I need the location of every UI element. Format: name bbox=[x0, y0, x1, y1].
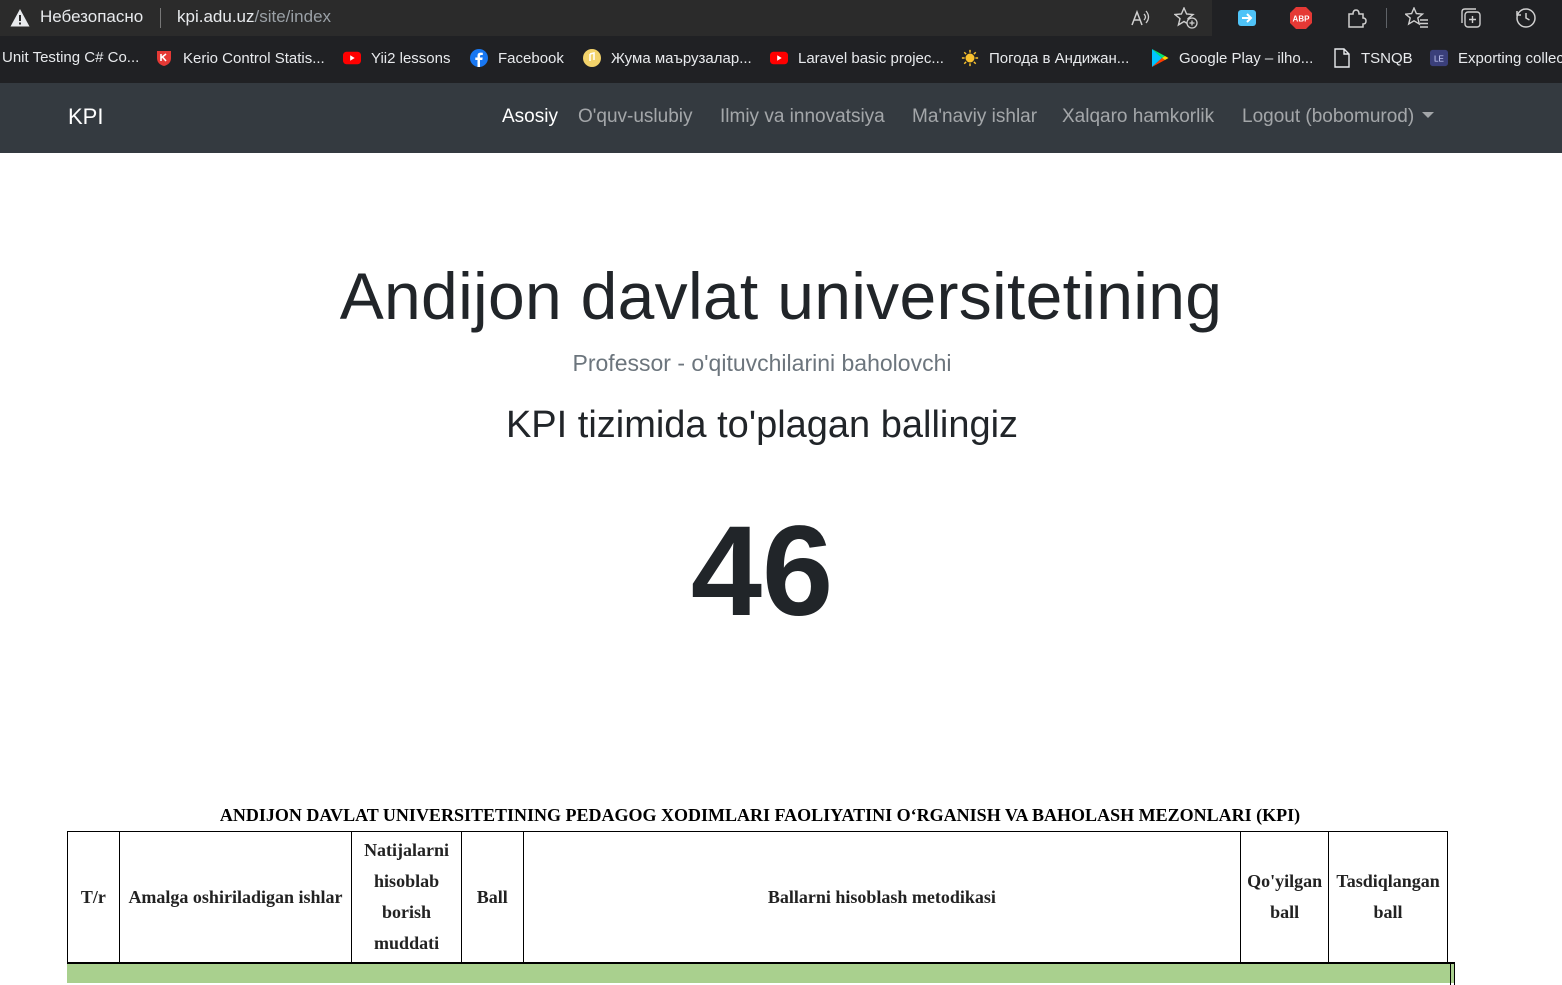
youtube-icon bbox=[343, 49, 361, 67]
hero-title: Andijon davlat universitetining bbox=[339, 259, 1223, 333]
score-heading: KPI tizimida to'plagan ballingiz bbox=[505, 404, 1019, 446]
url-host: kpi.adu.uz bbox=[177, 7, 255, 26]
read-aloud-icon[interactable] bbox=[1129, 6, 1153, 30]
youtube-icon bbox=[770, 49, 788, 67]
abp-badge-text: ABP bbox=[1293, 15, 1311, 24]
navbar-brand[interactable]: KPI bbox=[68, 104, 103, 130]
warning-icon[interactable] bbox=[10, 8, 30, 28]
kpi-table-title: ANDIJON DAVLAT UNIVERSITETINING PEDAGOG … bbox=[219, 805, 1301, 825]
url-path: /site/index bbox=[254, 7, 332, 26]
nav-link-oquv-uslubiy[interactable]: O'quv-uslubiy bbox=[578, 106, 693, 128]
caret-down-icon bbox=[1422, 112, 1435, 118]
score-value: 46 bbox=[690, 500, 834, 643]
bookmark-label: Facebook bbox=[498, 49, 564, 67]
collections-icon[interactable] bbox=[1458, 5, 1484, 31]
nav-link-asosiy[interactable]: Asosiy bbox=[502, 106, 558, 128]
bookmark-unit-testing[interactable]: Unit Testing C# Co... bbox=[2, 49, 139, 66]
bookmark-label: Laravel basic projec... bbox=[798, 49, 944, 67]
kerio-shield-icon bbox=[155, 49, 173, 67]
kpi-table-header-row: T/r Amalga oshiriladigan ishlar Natijala… bbox=[67, 831, 1448, 963]
sun-icon bbox=[961, 49, 979, 67]
bookmark-kerio[interactable]: Kerio Control Statis... bbox=[155, 49, 325, 67]
extensions-puzzle-icon[interactable] bbox=[1343, 5, 1369, 31]
bookmark-facebook[interactable]: Facebook bbox=[470, 49, 564, 67]
nav-link-ilmiy-innovatsiya[interactable]: Ilmiy va innovatsiya bbox=[720, 106, 885, 128]
logout-label: Logout (bobomurod) bbox=[1242, 106, 1415, 127]
bookmark-label: Kerio Control Statis... bbox=[183, 49, 325, 67]
history-icon[interactable] bbox=[1513, 5, 1539, 31]
col-header-tasdiqlangan-ball: Tasdiqlangan ball bbox=[1328, 831, 1448, 963]
col-header-ball: Ball bbox=[460, 831, 524, 963]
browser-toolbar: Небезопасно kpi.adu.uz/site/index ABP bbox=[0, 0, 1562, 36]
col-header-qoyilgan-ball: Qo'yilgan ball bbox=[1240, 831, 1330, 963]
audio-bookmark-icon bbox=[583, 49, 601, 67]
address-separator bbox=[160, 8, 161, 28]
col-header-muddat: Natijalarni hisoblab borish muddati bbox=[351, 831, 462, 963]
bookmark-label: Погода в Андижан... bbox=[989, 49, 1130, 67]
hero-subtitle: Professor - o'qituvchilarini baholovchi bbox=[572, 350, 952, 376]
kpi-table: T/r Amalga oshiriladigan ishlar Natijala… bbox=[67, 831, 1448, 963]
add-favorite-icon[interactable] bbox=[1174, 6, 1198, 30]
nav-link-xalqaro-hamkorlik[interactable]: Xalqaro hamkorlik bbox=[1062, 106, 1214, 128]
bookmark-label: Unit Testing C# Co... bbox=[2, 49, 140, 66]
col-header-ishlar: Amalga oshiriladigan ishlar bbox=[118, 831, 353, 963]
le-badge-icon: LE bbox=[1430, 49, 1448, 67]
le-badge-text: LE bbox=[1434, 55, 1444, 64]
address-bar[interactable]: Небезопасно kpi.adu.uz/site/index bbox=[0, 0, 1212, 36]
url-text[interactable]: kpi.adu.uz/site/index bbox=[177, 7, 331, 27]
favorites-icon[interactable] bbox=[1404, 5, 1430, 31]
facebook-icon bbox=[470, 49, 488, 67]
bookmark-exporting[interactable]: LE Exporting collec bbox=[1430, 49, 1562, 67]
nav-dropdown-logout[interactable]: Logout (bobomurod) bbox=[1242, 106, 1435, 128]
bookmark-label: Exporting collec bbox=[1458, 49, 1562, 67]
bookmark-label: Yii2 lessons bbox=[371, 49, 451, 67]
bookmark-weather[interactable]: Погода в Андижан... bbox=[961, 49, 1129, 67]
bookmark-juma[interactable]: Жума маърузалар... bbox=[583, 49, 752, 67]
page-icon bbox=[1333, 48, 1351, 68]
security-label[interactable]: Небезопасно bbox=[40, 7, 143, 27]
bookmark-tsnqb[interactable]: TSNQB bbox=[1333, 48, 1413, 68]
google-play-icon bbox=[1151, 49, 1169, 67]
col-header-tr: T/r bbox=[67, 831, 120, 963]
adblock-plus-icon[interactable]: ABP bbox=[1288, 5, 1314, 31]
row-edge-line bbox=[1454, 964, 1455, 985]
bookmarks-bar: Unit Testing C# Co... Kerio Control Stat… bbox=[0, 36, 1562, 83]
bookmark-laravel[interactable]: Laravel basic projec... bbox=[770, 49, 944, 67]
bookmark-label: Жума маърузалар... bbox=[611, 49, 752, 67]
kpi-section-row bbox=[67, 962, 1455, 985]
site-navbar: KPI Asosiy O'quv-uslubiy Ilmiy va innova… bbox=[0, 83, 1562, 153]
bookmark-label: TSNQB bbox=[1361, 49, 1413, 67]
nav-link-manaviy-ishlar[interactable]: Ma'naviy ishlar bbox=[912, 106, 1037, 128]
bookmark-yii2[interactable]: Yii2 lessons bbox=[343, 49, 450, 67]
bookmark-label: Google Play – ilho... bbox=[1179, 49, 1314, 67]
bookmark-google-play[interactable]: Google Play – ilho... bbox=[1151, 49, 1313, 67]
col-header-metodika: Ballarni hisoblash metodikasi bbox=[522, 831, 1242, 963]
row-edge-line bbox=[1450, 964, 1451, 985]
toolbar-separator bbox=[1386, 8, 1387, 28]
extension-translate-icon[interactable] bbox=[1234, 5, 1260, 31]
